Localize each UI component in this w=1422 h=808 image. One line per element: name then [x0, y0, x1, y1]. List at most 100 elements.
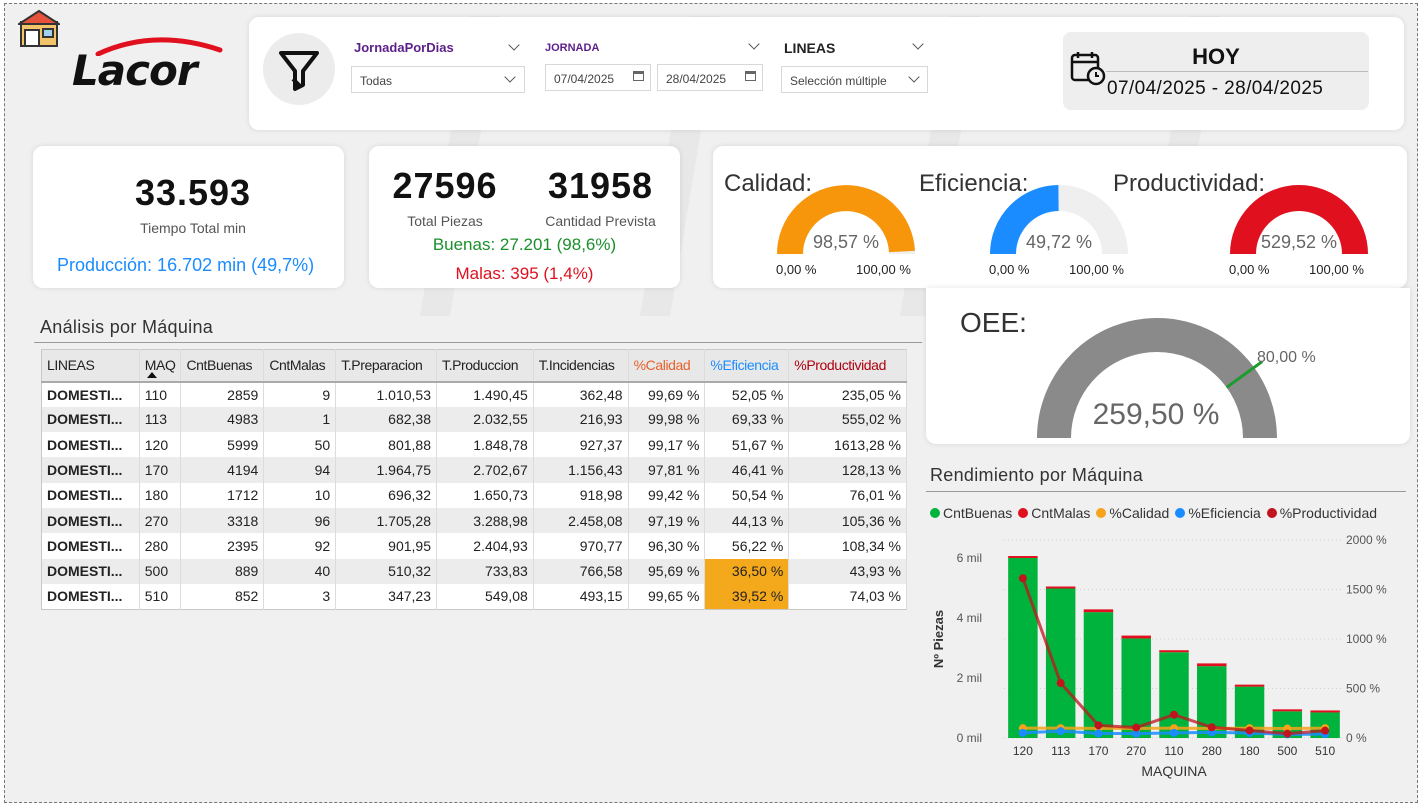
col-header-tpreparacion[interactable]: T.Preparacion: [335, 349, 437, 383]
table-cell: 92: [263, 533, 337, 559]
col-header-eficiencia[interactable]: %Eficiencia: [704, 349, 790, 383]
bar-cntmalas[interactable]: [1234, 684, 1265, 687]
bar-cntmalas[interactable]: [1159, 650, 1189, 653]
table-cell: 3: [263, 583, 337, 610]
line-point[interactable]: [1283, 729, 1292, 738]
table-cell: 500: [139, 558, 182, 584]
line-point[interactable]: [1056, 679, 1065, 688]
legend-dot: [1266, 508, 1277, 518]
gauge-calidad-value: 98,57 %: [812, 232, 880, 252]
table-cell: 36,50 %: [704, 558, 790, 584]
col-header-tproduccion[interactable]: T.Produccion: [436, 349, 534, 383]
line-point[interactable]: [1170, 728, 1178, 737]
table-row[interactable]: DOMESTI... 510 852 3 347,23 549,08 493,15 99,65…: [41, 583, 907, 610]
table-row[interactable]: DOMESTI... 170 4194 94 1.964,75 2.702,67 1.156…: [41, 457, 907, 483]
table-row[interactable]: DOMESTI... 110 2859 9 1.010,53 1.490,45 362,48…: [41, 381, 907, 407]
table-cell: 46,41 %: [704, 457, 790, 483]
legend-item-calidad[interactable]: %Calidad: [1096, 505, 1169, 521]
table-cell: 51,67 %: [704, 432, 790, 458]
line-point[interactable]: [1018, 728, 1027, 737]
table-cell: DOMESTI...: [41, 381, 140, 407]
table-cell: DOMESTI...: [41, 432, 140, 458]
filter-funnel-icon[interactable]: [263, 33, 335, 105]
table-cell: 99,69 %: [628, 381, 706, 407]
bar-cntmalas[interactable]: [1197, 663, 1227, 667]
table-cell: 2.404,93: [436, 533, 534, 559]
table-cell: 40: [263, 558, 337, 584]
bar-cntmalas[interactable]: [1272, 709, 1303, 712]
table-row[interactable]: DOMESTI... 113 4983 1 682,38 2.032,55 216,93 99…: [41, 406, 907, 433]
col-header-cntbuenas[interactable]: CntBuenas: [180, 349, 265, 383]
calendar-icon[interactable]: [745, 71, 756, 81]
line-point[interactable]: [1056, 727, 1065, 736]
slicer-lineas-title: LINEAS: [784, 40, 836, 56]
table-row[interactable]: DOMESTI... 500 889 40 510,32 733,83 766,58 95,6…: [41, 558, 907, 584]
y-axis-title: Nº Piezas: [931, 610, 946, 668]
table-row[interactable]: DOMESTI... 270 3318 96 1.705,28 3.288,98 2.458…: [41, 507, 907, 534]
line-point[interactable]: [1094, 729, 1103, 738]
table-cell: 1.490,45: [436, 381, 534, 407]
bar-cntbuenas[interactable]: [1083, 612, 1114, 738]
table-cell: 216,93: [533, 406, 629, 433]
home-icon[interactable]: [15, 8, 63, 50]
table-row[interactable]: DOMESTI... 180 1712 10 696,32 1.650,73 918,98 9…: [41, 482, 907, 508]
line-point[interactable]: [1245, 726, 1254, 735]
line-point[interactable]: [1170, 710, 1178, 719]
line-point[interactable]: [1132, 723, 1141, 732]
legend-item-cntmalas[interactable]: CntMalas: [1018, 505, 1090, 521]
col-header-tincidencias[interactable]: T.Incidencias: [533, 349, 629, 383]
bar-cntmalas[interactable]: [1310, 710, 1340, 713]
kpi-malas-text: Malas: 395 (1,4%): [455, 264, 594, 283]
table-cell: 97,81 %: [628, 457, 706, 483]
legend-item-cntbuenas[interactable]: CntBuenas: [930, 505, 1012, 521]
table-row[interactable]: DOMESTI... 280 2395 92 901,95 2.404,93 970,77 9…: [41, 533, 907, 559]
slicer-lineas-dropdown[interactable]: Selección múltiple: [781, 66, 928, 93]
col-header-calidad[interactable]: %Calidad: [628, 349, 706, 383]
bar-cntmalas[interactable]: [1121, 635, 1151, 639]
col-header-cntmalas[interactable]: CntMalas: [263, 349, 337, 383]
table-cell: 97,19 %: [628, 507, 706, 534]
x-axis-title: MAQUINA: [1141, 763, 1207, 779]
table-cell: 113: [139, 406, 182, 433]
table-cell: 99,17 %: [628, 432, 706, 458]
bar-cntbuenas[interactable]: [1008, 558, 1038, 738]
kpi-tiempo-total-label: Tiempo Total min: [140, 220, 246, 236]
table-cell: 99,65 %: [628, 583, 706, 610]
table-cell: 74,03 %: [788, 583, 907, 610]
chart-legend: CntBuenas CntMalas %Calidad %Eficiencia …: [930, 505, 1377, 521]
table-title-underline: [34, 342, 922, 343]
table-cell: 10: [263, 482, 337, 508]
calendar-icon[interactable]: [633, 71, 644, 81]
legend-item-productividad[interactable]: %Productividad: [1266, 505, 1377, 521]
brand-logo: Lacor: [72, 46, 198, 95]
bar-cntmalas[interactable]: [1008, 556, 1038, 559]
y2-tick-label: 0 %: [1346, 731, 1367, 745]
table-cell: 347,23: [335, 583, 437, 610]
table-cell: 280: [139, 533, 182, 559]
table-cell: 1.010,53: [335, 381, 437, 407]
table-cell: 682,38: [335, 406, 437, 433]
table-row[interactable]: DOMESTI... 120 5999 50 801,88 1.848,78 927,37 9…: [41, 432, 907, 458]
line-point[interactable]: [1321, 726, 1330, 735]
col-header-productividad[interactable]: %Productividad: [788, 349, 907, 383]
bar-cntmalas[interactable]: [1083, 609, 1114, 613]
col-header-lineas[interactable]: LINEAS: [41, 349, 140, 383]
bar-cntmalas[interactable]: [1045, 586, 1076, 589]
slicer-jornada-por-dias-title: JornadaPorDias: [354, 40, 454, 55]
gauge-calidad-min: 0,00 %: [776, 262, 817, 277]
table-cell: 4194: [180, 457, 265, 483]
gauge-oee-target: 80,00 %: [1257, 349, 1316, 366]
slicer-lineas-value: Selección múltiple: [790, 74, 887, 88]
bar-cntbuenas[interactable]: [1045, 588, 1076, 738]
col-header-maq[interactable]: MAQ: [139, 349, 182, 383]
y-tick-label: 2 mil: [957, 671, 982, 685]
slicer-jornada-por-dias-dropdown[interactable]: Todas: [351, 66, 525, 93]
kpi-produccion-text: Producción: 16.702 min (49,7%): [57, 255, 315, 275]
legend-item-eficiencia[interactable]: %Eficiencia: [1175, 505, 1261, 521]
table-cell: DOMESTI...: [41, 482, 140, 508]
table-cell: 94: [263, 457, 337, 483]
line-point[interactable]: [1018, 574, 1027, 583]
table-cell: 733,83: [436, 558, 534, 584]
line-point[interactable]: [1094, 721, 1103, 730]
line-point[interactable]: [1207, 723, 1216, 732]
